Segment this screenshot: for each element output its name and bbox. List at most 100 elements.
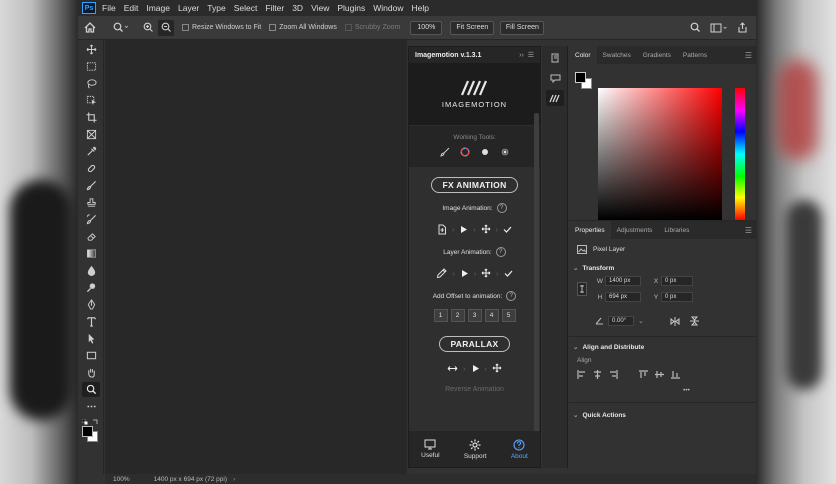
help-icon[interactable]: ?	[506, 291, 517, 301]
menu-help[interactable]: Help	[411, 3, 428, 13]
offset-button-1[interactable]: 1	[433, 309, 448, 322]
more-options-button[interactable]: •••	[683, 387, 756, 394]
menu-type[interactable]: Type	[207, 3, 225, 13]
lasso-tool-icon[interactable]	[82, 76, 100, 91]
angle-field[interactable]: 0.00°	[608, 316, 634, 326]
brush-icon[interactable]	[439, 147, 450, 159]
healing-brush-tool-icon[interactable]	[82, 161, 100, 176]
collapse-panel-icon[interactable]: ›› ☰	[519, 51, 534, 59]
quick-actions-header[interactable]: ⌄ Quick Actions	[573, 411, 756, 420]
checkmark-icon[interactable]	[503, 225, 512, 236]
tab-color[interactable]: Color	[569, 46, 597, 64]
menu-window[interactable]: Window	[373, 3, 403, 13]
align-center-h-icon[interactable]	[593, 370, 602, 379]
align-center-v-icon[interactable]	[655, 370, 664, 379]
imagemotion-panel-icon[interactable]	[546, 90, 564, 106]
frame-tool-icon[interactable]	[82, 127, 100, 142]
share-icon[interactable]	[734, 22, 750, 33]
fill-screen-button[interactable]: Fill Screen	[500, 20, 545, 35]
white-dot-icon[interactable]	[480, 147, 490, 159]
zoom-all-windows-checkbox[interactable]: Zoom All Windows	[269, 24, 337, 31]
menu-select[interactable]: Select	[234, 3, 258, 13]
offset-button-3[interactable]: 3	[467, 309, 482, 322]
panel-menu-icon[interactable]: ☰	[741, 221, 756, 239]
menu-edit[interactable]: Edit	[124, 3, 139, 13]
comments-panel-icon[interactable]	[546, 70, 564, 86]
play-icon[interactable]	[459, 225, 468, 236]
workspace-icon[interactable]	[708, 23, 730, 33]
angle-dropdown-icon[interactable]: ⌄	[638, 317, 644, 325]
zoom-tool-sidebar-icon[interactable]	[82, 382, 100, 397]
menu-file[interactable]: File	[102, 3, 116, 13]
panel-menu-icon[interactable]: ☰	[741, 46, 756, 64]
color-wheel-icon[interactable]	[459, 147, 470, 159]
zoom-tool-icon[interactable]	[108, 22, 134, 33]
menu-filter[interactable]: Filter	[265, 3, 284, 13]
history-panel-icon[interactable]	[546, 50, 564, 66]
flip-vertical-icon[interactable]	[689, 316, 699, 326]
horizontal-arrows-icon[interactable]	[447, 364, 458, 375]
support-button[interactable]: Support	[464, 439, 487, 460]
scrubby-zoom-checkbox[interactable]: Scrubby Zoom	[344, 24, 400, 31]
zoom-out-icon[interactable]	[158, 19, 174, 36]
tab-libraries[interactable]: Libraries	[658, 221, 695, 239]
transform-section-header[interactable]: ⌄ Transform	[573, 264, 756, 273]
plugin-scrollbar[interactable]	[534, 113, 539, 433]
gray-dot-icon[interactable]	[500, 147, 510, 159]
align-distribute-header[interactable]: ⌄ Align and Distribute	[573, 343, 756, 352]
align-top-icon[interactable]	[639, 370, 648, 379]
height-field[interactable]: 694 px	[605, 292, 641, 302]
brush-tool-icon[interactable]	[82, 178, 100, 193]
move-tool-icon[interactable]	[82, 42, 100, 57]
crop-tool-icon[interactable]	[82, 110, 100, 125]
checkmark-icon[interactable]	[504, 269, 513, 280]
hand-tool-icon[interactable]	[82, 365, 100, 380]
blur-tool-icon[interactable]	[82, 263, 100, 278]
menu-view[interactable]: View	[311, 3, 329, 13]
ps-logo[interactable]: Ps	[82, 2, 96, 14]
help-icon[interactable]: ?	[496, 203, 507, 213]
marquee-tool-icon[interactable]	[82, 59, 100, 74]
path-selection-tool-icon[interactable]	[82, 331, 100, 346]
flip-horizontal-icon[interactable]	[670, 316, 680, 326]
tab-adjustments[interactable]: Adjustments	[611, 221, 659, 239]
y-field[interactable]: 0 px	[661, 292, 693, 302]
object-select-tool-icon[interactable]	[82, 93, 100, 108]
align-left-icon[interactable]	[577, 370, 586, 379]
pen-tool-icon[interactable]	[82, 297, 100, 312]
zoom-level-field[interactable]: 100%	[410, 20, 443, 35]
foreground-swatch[interactable]	[575, 72, 586, 83]
offset-button-5[interactable]: 5	[501, 309, 516, 322]
parallax-button[interactable]: PARALLAX	[439, 336, 510, 352]
fx-animation-button[interactable]: FX ANIMATION	[431, 177, 518, 193]
home-icon[interactable]	[78, 22, 102, 33]
link-icon[interactable]	[577, 282, 587, 298]
fit-screen-button[interactable]: Fit Screen	[450, 20, 495, 35]
menu-layer[interactable]: Layer	[178, 3, 199, 13]
move-arrows-icon[interactable]	[492, 363, 502, 375]
tab-gradients[interactable]: Gradients	[637, 46, 677, 64]
color-swatches[interactable]	[78, 416, 103, 444]
x-field[interactable]: 0 px	[661, 276, 693, 286]
dodge-tool-icon[interactable]	[82, 280, 100, 295]
history-brush-tool-icon[interactable]	[82, 212, 100, 227]
eraser-tool-icon[interactable]	[82, 229, 100, 244]
play-icon[interactable]	[471, 364, 480, 375]
align-right-icon[interactable]	[609, 370, 618, 379]
menu-3d[interactable]: 3D	[292, 3, 303, 13]
offset-button-2[interactable]: 2	[450, 309, 465, 322]
eyedropper-tool-icon[interactable]	[82, 144, 100, 159]
play-icon[interactable]	[460, 269, 469, 280]
clone-stamp-tool-icon[interactable]	[82, 195, 100, 210]
offset-button-4[interactable]: 4	[484, 309, 499, 322]
align-bottom-icon[interactable]	[671, 370, 680, 379]
search-icon[interactable]	[688, 22, 702, 33]
status-zoom[interactable]: 100%	[113, 476, 130, 483]
pencil-icon[interactable]	[436, 267, 448, 281]
useful-button[interactable]: Useful	[421, 439, 440, 459]
saturation-value-field[interactable]	[598, 88, 722, 220]
type-tool-icon[interactable]	[82, 314, 100, 329]
zoom-in-icon[interactable]	[140, 22, 156, 33]
width-field[interactable]: 1400 px	[605, 276, 641, 286]
tab-patterns[interactable]: Patterns	[677, 46, 713, 64]
